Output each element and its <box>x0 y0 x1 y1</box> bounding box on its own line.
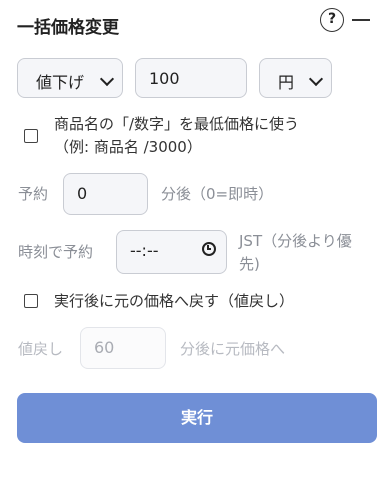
schedule-suffix: 分後（0=即時） <box>161 185 274 203</box>
direction-select[interactable]: 値下げ <box>17 58 123 98</box>
unit-select[interactable]: 円 <box>259 58 332 98</box>
minimize-icon[interactable] <box>352 19 370 21</box>
min-price-label-line2: （例: 商品名 /3000） <box>54 138 202 156</box>
chevron-down-icon <box>99 71 115 87</box>
min-price-label-line1: 商品名の「/数字」を最低価格に使う <box>54 115 300 133</box>
time-schedule-label: 時刻で予約 <box>18 243 94 261</box>
time-input[interactable]: --:-- <box>116 230 227 274</box>
min-price-checkbox[interactable] <box>24 129 38 143</box>
revert-minutes-input[interactable]: 60 <box>80 327 166 369</box>
revert-checkbox[interactable] <box>24 294 38 308</box>
run-button[interactable]: 実行 <box>17 393 377 443</box>
direction-select-value: 値下げ <box>36 73 85 92</box>
time-schedule-note-line2: 先) <box>239 255 260 273</box>
panel-title: 一括価格変更 <box>17 18 119 38</box>
time-schedule-note-line1: JST（分後より優 <box>239 232 352 250</box>
unit-select-value: 円 <box>278 73 295 92</box>
schedule-minutes-value: 0 <box>77 184 88 203</box>
amount-input[interactable]: 100 <box>135 58 247 98</box>
amount-input-value: 100 <box>149 69 180 88</box>
revert-option-label: 実行後に元の価格へ戻す（値戻し） <box>54 292 295 310</box>
schedule-label: 予約 <box>18 185 49 203</box>
help-icon[interactable]: ? <box>320 8 344 32</box>
revert-label: 値戻し <box>18 340 64 358</box>
revert-suffix: 分後に元価格へ <box>180 340 286 358</box>
revert-minutes-placeholder: 60 <box>94 338 115 357</box>
clock-icon[interactable] <box>202 242 216 256</box>
time-input-value: --:-- <box>130 241 159 260</box>
schedule-minutes-input[interactable]: 0 <box>63 173 148 215</box>
chevron-down-icon <box>308 71 324 87</box>
